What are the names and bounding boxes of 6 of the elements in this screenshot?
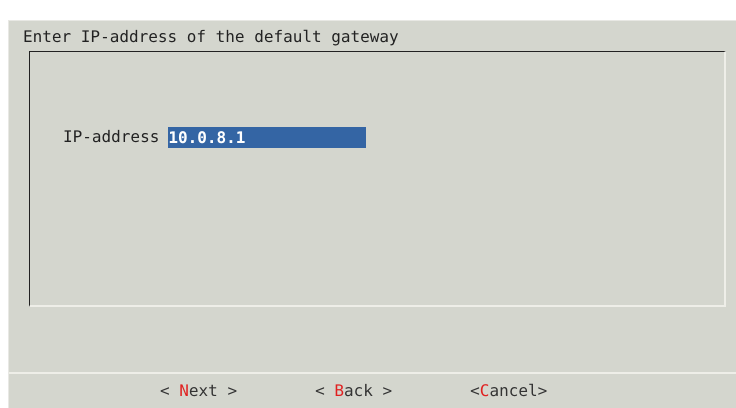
dialog-button[interactable]: <Cancel>	[470, 383, 548, 399]
dialog-title: Enter IP-address of the default gateway	[23, 27, 399, 46]
dialog-button[interactable]: < Next >	[160, 383, 238, 399]
dialog-button[interactable]: < Back >	[315, 383, 392, 399]
field-label: IP-address	[63, 126, 160, 148]
ip-address-field[interactable]: 10.0.8.1	[168, 126, 366, 148]
